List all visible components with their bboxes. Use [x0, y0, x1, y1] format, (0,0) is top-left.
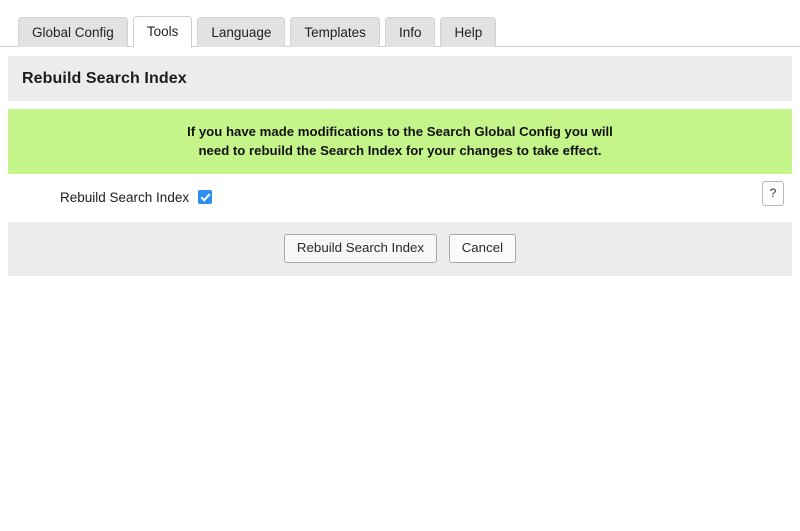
tab-label: Global Config [32, 25, 114, 40]
tab-language[interactable]: Language [197, 17, 286, 47]
tab-list: Global Config Tools Language Templates I… [18, 16, 497, 48]
help-icon-button[interactable]: ? [762, 181, 784, 206]
rebuild-search-index-checkbox[interactable] [198, 190, 213, 204]
tab-tools[interactable]: Tools [132, 16, 193, 48]
rebuild-search-index-button[interactable]: Rebuild Search Index [283, 234, 438, 263]
info-alert: If you have made modifications to the Se… [8, 109, 792, 174]
panel-header: Rebuild Search Index [8, 56, 792, 101]
alert-text-line-2: need to rebuild the Search Index for you… [198, 143, 602, 158]
cancel-button[interactable]: Cancel [448, 234, 517, 263]
rebuild-search-index-label: Rebuild Search Index [60, 189, 190, 205]
tab-info[interactable]: Info [384, 17, 436, 47]
page-title: Rebuild Search Index [22, 70, 187, 87]
tab-label: Info [398, 25, 422, 40]
tab-label: Language [211, 25, 272, 40]
tab-global-config[interactable]: Global Config [18, 17, 128, 47]
tab-help[interactable]: Help [440, 17, 497, 47]
rebuild-search-index-field-row: Rebuild Search Index [8, 186, 792, 208]
form-area: Rebuild Search Index ? [8, 174, 792, 220]
tab-templates[interactable]: Templates [290, 17, 380, 47]
tab-label: Templates [304, 25, 366, 40]
tab-label: Tools [146, 24, 179, 39]
form-footer: Rebuild Search Index Cancel [8, 222, 792, 276]
panel: Rebuild Search Index [8, 56, 792, 101]
alert-text-line-1: If you have made modifications to the Se… [187, 124, 613, 139]
tab-bar: Global Config Tools Language Templates I… [0, 0, 800, 48]
tab-label: Help [454, 25, 483, 40]
